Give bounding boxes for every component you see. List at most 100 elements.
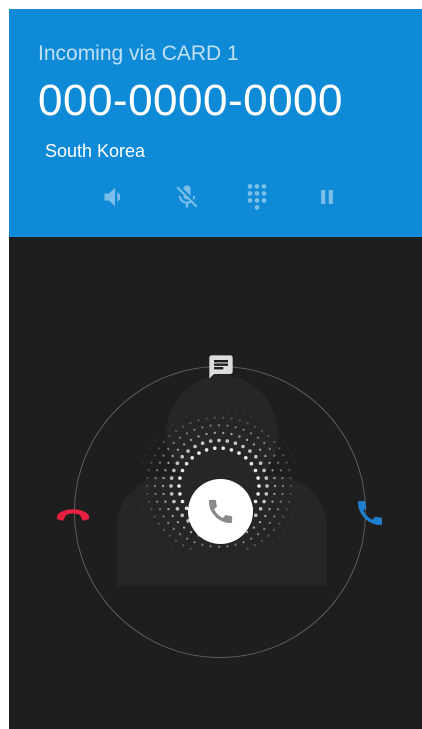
glow-dot (234, 426, 237, 429)
glow-dot (181, 425, 185, 428)
glow-dot (287, 446, 290, 450)
glow-dot (185, 432, 189, 435)
glow-dot (193, 444, 197, 449)
glow-dot (222, 431, 225, 435)
glow-dot (271, 500, 274, 503)
dialpad-icon[interactable] (243, 183, 271, 211)
glow-dot (158, 433, 161, 437)
glow-dot (258, 507, 263, 511)
glow-dot (171, 454, 174, 458)
decline-phone-icon[interactable] (54, 498, 92, 528)
glow-dot (234, 543, 237, 546)
glow-dot (147, 500, 151, 503)
glow-dot (281, 476, 284, 480)
glow-dot (153, 515, 156, 518)
message-icon[interactable] (207, 353, 235, 381)
accept-phone-icon[interactable] (354, 497, 386, 529)
glow-dot (148, 446, 151, 450)
glow-dot (226, 409, 229, 412)
glow-dot (169, 492, 174, 496)
mute-icon[interactable] (173, 183, 201, 211)
glow-dot (190, 456, 194, 460)
glow-dot (246, 422, 249, 425)
glow-dot (289, 484, 293, 488)
glow-dot (241, 444, 245, 449)
glow-dot (150, 461, 153, 464)
glow-dot (244, 456, 248, 460)
glow-dot (287, 469, 291, 472)
glow-dot (264, 423, 268, 426)
glow-dot (168, 435, 171, 438)
glow-dot (154, 492, 157, 496)
glow-dot (164, 469, 167, 472)
glow-dot (237, 451, 241, 455)
glow-dot (164, 541, 167, 544)
glow-dot (172, 468, 176, 473)
glow-dot (281, 484, 285, 488)
glow-dot (204, 448, 209, 452)
glow-dot (268, 461, 271, 465)
glow-dot (144, 515, 148, 519)
glow-dot (162, 476, 165, 480)
glow-dot (186, 449, 190, 453)
incoming-call-screen: Incoming via CARD 1 000-0000-0000 South … (9, 9, 422, 729)
glow-dot (168, 534, 171, 537)
glow-dot (264, 546, 268, 549)
glow-dot (189, 422, 192, 425)
glow-dot (267, 534, 270, 537)
glow-dot (169, 476, 174, 480)
glow-dot (290, 453, 294, 457)
speaker-icon[interactable] (101, 183, 129, 211)
glow-dot (256, 492, 260, 496)
glow-dot (150, 508, 153, 511)
glow-dot (156, 469, 159, 472)
glow-dot (193, 412, 196, 415)
glow-dot (193, 541, 196, 544)
glow-dot (267, 435, 270, 438)
glow-dot (208, 439, 213, 443)
glow-dot (264, 492, 269, 496)
glow-dot (290, 515, 294, 519)
glow-dot (226, 545, 229, 548)
glow-dot (248, 449, 252, 453)
glow-dot (164, 500, 167, 503)
glow-dot (245, 438, 249, 442)
glow-dot (263, 527, 266, 531)
glow-dot (271, 541, 274, 544)
glow-dot (258, 461, 263, 465)
glow-dot (254, 513, 258, 518)
incoming-via-label: Incoming via CARD 1 (38, 42, 239, 65)
glow-dot (209, 424, 212, 427)
glow-dot (176, 521, 180, 524)
glow-dot (273, 492, 276, 496)
glow-dot (180, 513, 184, 518)
glow-dot (281, 492, 284, 496)
glow-dot (242, 412, 245, 415)
glow-dot (249, 432, 253, 435)
glow-dot (225, 439, 230, 443)
glow-dot (156, 500, 159, 503)
glow-dot (293, 508, 297, 511)
pause-icon[interactable] (313, 183, 341, 211)
glow-dot (209, 409, 212, 412)
glow-dot (157, 447, 160, 450)
glow-dot (242, 541, 245, 544)
glow-dot (273, 476, 276, 480)
glow-dot (167, 507, 170, 511)
glow-dot (260, 429, 264, 433)
caller-phone-number: 000-0000-0000 (38, 76, 343, 125)
glow-dot (171, 514, 174, 518)
glow-dot (201, 426, 204, 429)
glow-dot (209, 545, 212, 548)
glow-dot (161, 484, 165, 488)
glow-dot (278, 447, 281, 450)
answer-handle-button[interactable] (188, 479, 253, 544)
glow-dot (162, 454, 165, 457)
glow-dot (162, 515, 165, 518)
glow-dot (273, 440, 276, 444)
glow-dot (282, 529, 285, 532)
glow-dot (285, 461, 288, 464)
glow-dot (242, 428, 245, 431)
phone-icon (208, 499, 233, 524)
glow-dot (276, 508, 280, 511)
